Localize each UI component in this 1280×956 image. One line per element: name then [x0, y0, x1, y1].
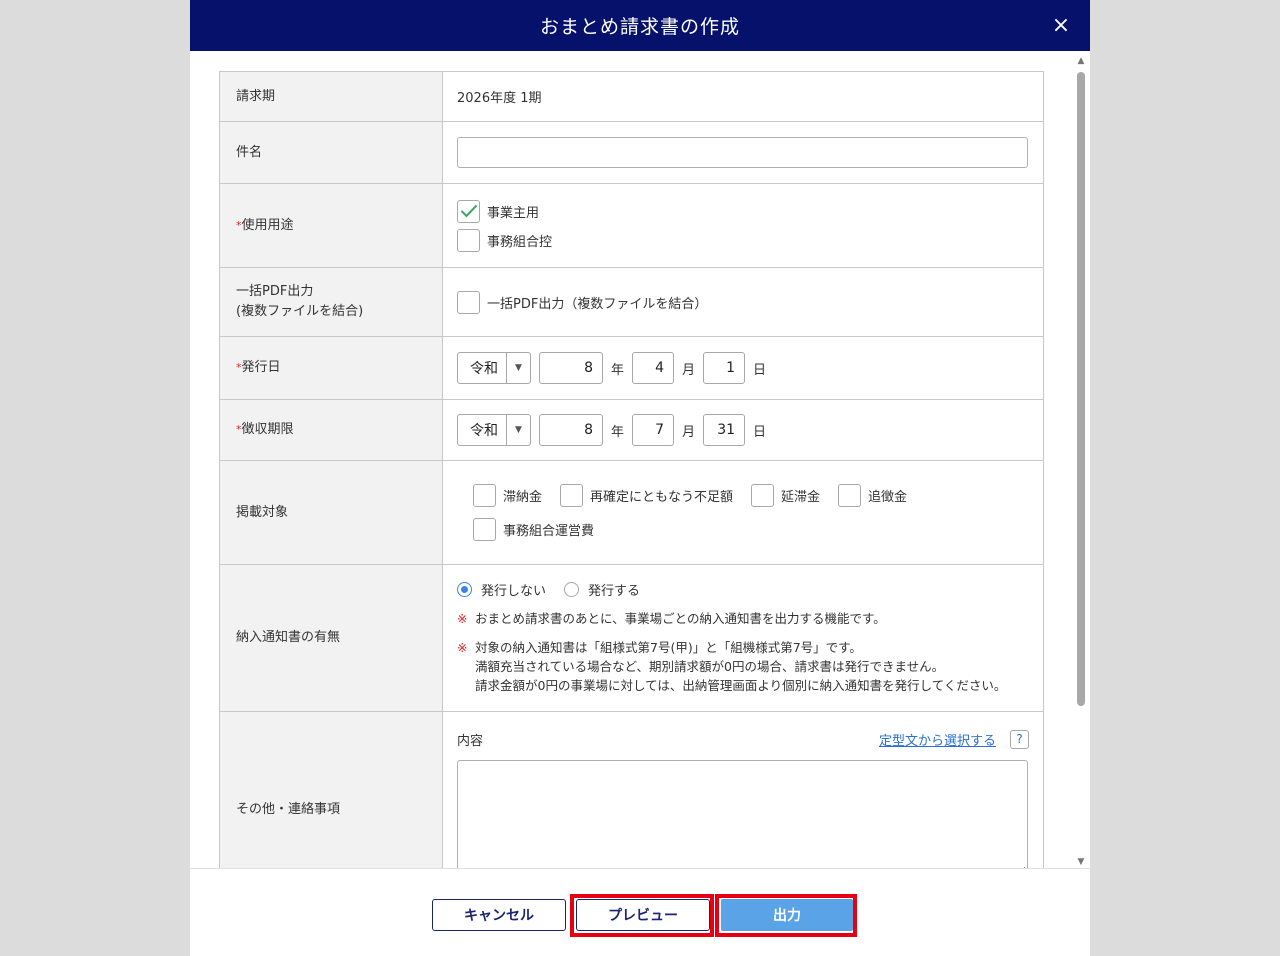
row-targets: 掲載対象 滞納金 再確定にともなう不足額 延滞金 追徴金 事務組合運営費 — [219, 460, 1044, 565]
memo-header: 内容 定型文から選択する ? — [457, 724, 1029, 754]
due-date-label: 徴収期限 — [241, 422, 294, 437]
checkbox[interactable] — [838, 484, 862, 507]
radio-no-notice[interactable] — [457, 581, 472, 597]
checkmark-icon — [460, 204, 477, 218]
chevron-down-icon: ▼ — [506, 415, 530, 445]
checkbox[interactable] — [457, 228, 480, 252]
memo-textarea[interactable] — [457, 760, 1028, 868]
issue-era-select[interactable]: 令和 ▼ — [457, 352, 531, 384]
targets-options: 滞納金 再確定にともなう不足額 延滞金 追徴金 事務組合運営費 — [457, 479, 1029, 547]
highlight-box-output — [715, 894, 857, 937]
bulk-pdf-label: 一括PDF出力 (複数ファイルを結合) — [219, 267, 443, 337]
modal-footer: キャンセル プレビュー 出力 — [190, 868, 1090, 956]
subject-input[interactable] — [457, 137, 1028, 168]
memo-label: その他・連絡事項 — [219, 711, 443, 868]
row-due-date: *徴収期限 令和 ▼ 8 年 7 月 31 日 — [219, 399, 1044, 461]
row-period: 請求期 2026年度 1期 — [219, 71, 1044, 122]
form-scroll-area: 請求期 2026年度 1期 件名 *使用用途 事業主用 事務組合控 一括PDF出… — [190, 51, 1090, 868]
issue-month-input[interactable]: 4 — [632, 352, 675, 384]
checkbox[interactable] — [473, 518, 496, 541]
checkbox[interactable] — [560, 484, 584, 507]
row-notice: 納入通知書の有無 発行しない 発行する ※ おまとめ請求書のあとに、事業場ごとの… — [219, 564, 1044, 712]
target-option-arrears[interactable]: 滞納金 — [473, 484, 542, 507]
checkbox[interactable] — [457, 290, 480, 314]
usage-option-owner[interactable]: 事業主用 — [457, 197, 1029, 226]
row-memo: その他・連絡事項 内容 定型文から選択する ? — [219, 711, 1044, 868]
issue-date-label: 発行日 — [241, 360, 281, 375]
period-value: 2026年度 1期 — [442, 71, 1044, 122]
issue-date-label-cell: *発行日 — [219, 336, 443, 400]
chevron-down-icon: ▼ — [506, 353, 530, 383]
target-option-late-fee[interactable]: 延滞金 — [751, 484, 820, 507]
radio-issue-notice[interactable] — [564, 581, 580, 597]
issue-day-input[interactable]: 1 — [703, 352, 746, 384]
subject-label: 件名 — [219, 121, 443, 184]
target-option-additional[interactable]: 追徴金 — [838, 484, 907, 507]
scroll-down-icon[interactable]: ▼ — [1076, 857, 1086, 867]
invoice-modal: おまとめ請求書の作成 × 請求期 2026年度 1期 件名 *使用用途 事業主用… — [190, 0, 1090, 956]
usage-option-office[interactable]: 事務組合控 — [457, 226, 1029, 255]
targets-label: 掲載対象 — [219, 460, 443, 565]
notice-note-2: ※ 対象の納入通知書は「組様式第7号(甲)」と「組機様式第7号」です。 満額充当… — [457, 640, 1007, 693]
bulk-pdf-option[interactable]: 一括PDF出力（複数ファイルを結合） — [457, 288, 1029, 317]
row-subject: 件名 — [219, 121, 1044, 184]
row-usage: *使用用途 事業主用 事務組合控 — [219, 183, 1044, 268]
due-month-input[interactable]: 7 — [632, 414, 675, 446]
due-date-label-cell: *徴収期限 — [219, 399, 443, 461]
cancel-button[interactable]: キャンセル — [432, 899, 566, 931]
usage-label: 使用用途 — [241, 217, 294, 233]
notice-radio-group: 発行しない 発行する — [457, 575, 1029, 603]
invoice-form: 請求期 2026年度 1期 件名 *使用用途 事業主用 事務組合控 一括PDF出… — [219, 71, 1044, 868]
due-day-input[interactable]: 31 — [703, 414, 746, 446]
highlight-box-preview — [570, 894, 714, 937]
period-label: 請求期 — [219, 71, 443, 122]
template-select-link[interactable]: 定型文から選択する — [879, 730, 996, 749]
issue-date-fields: 令和 ▼ 8 年 4 月 1 日 — [457, 352, 1029, 384]
scrollbar-thumb[interactable] — [1077, 72, 1085, 706]
modal-title: おまとめ請求書の作成 — [539, 16, 740, 38]
modal-header: おまとめ請求書の作成 × — [190, 0, 1090, 51]
row-issue-date: *発行日 令和 ▼ 8 年 4 月 1 日 — [219, 336, 1044, 400]
row-bulk-pdf: 一括PDF出力 (複数ファイルを結合) 一括PDF出力（複数ファイルを結合） — [219, 267, 1044, 337]
checkbox[interactable] — [473, 484, 496, 507]
due-year-input[interactable]: 8 — [539, 414, 603, 446]
close-icon[interactable]: × — [1046, 10, 1076, 40]
checkbox[interactable] — [751, 484, 775, 507]
notice-note-1: ※ おまとめ請求書のあとに、事業場ごとの納入通知書を出力する機能です。 — [457, 611, 886, 626]
vertical-scrollbar[interactable]: ▲ ▼ — [1074, 56, 1088, 867]
usage-label-cell: *使用用途 — [219, 183, 443, 268]
due-date-fields: 令和 ▼ 8 年 7 月 31 日 — [457, 414, 1029, 446]
checkbox-checked[interactable] — [457, 199, 480, 223]
scroll-up-icon[interactable]: ▲ — [1076, 56, 1086, 66]
issue-year-input[interactable]: 8 — [539, 352, 603, 384]
notice-label: 納入通知書の有無 — [219, 564, 443, 712]
due-era-select[interactable]: 令和 ▼ — [457, 414, 531, 446]
target-option-operation-fee[interactable]: 事務組合運営費 — [473, 518, 594, 541]
help-icon[interactable]: ? — [1010, 729, 1029, 749]
memo-content-label: 内容 — [457, 733, 484, 749]
target-option-shortfall[interactable]: 再確定にともなう不足額 — [560, 484, 733, 507]
